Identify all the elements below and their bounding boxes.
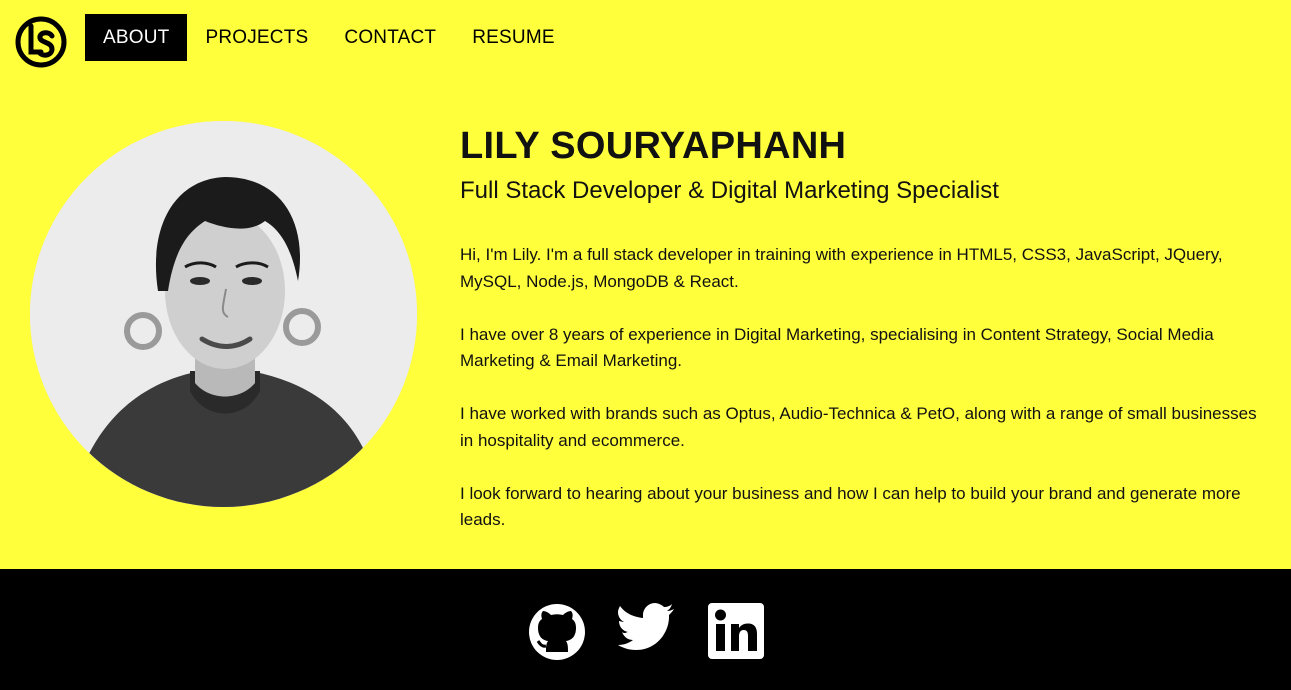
nav-contact[interactable]: CONTACT	[326, 14, 454, 61]
github-icon[interactable]	[528, 603, 586, 661]
nav-about[interactable]: ABOUT	[85, 14, 188, 61]
bio-paragraph: Hi, I'm Lily. I'm a full stack developer…	[460, 245, 1223, 291]
twitter-icon[interactable]	[618, 603, 676, 661]
about-section: LILY SOURYAPHANH Full Stack Developer & …	[460, 118, 1270, 560]
profile-name: LILY SOURYAPHANH	[460, 125, 847, 167]
ls-logo-icon[interactable]	[15, 16, 67, 68]
profile-title: Full Stack Developer & Digital Marketing…	[460, 177, 999, 204]
bio-paragraph: I have over 8 years of experience in Dig…	[460, 324, 1214, 371]
nav-links: ABOUT PROJECTS CONTACT RESUME	[85, 14, 573, 61]
bio-paragraph: I have worked with brands such as Optus,…	[460, 404, 1257, 450]
nav-resume[interactable]: RESUME	[454, 14, 573, 61]
nav-projects[interactable]: PROJECTS	[187, 14, 326, 61]
top-navbar: ABOUT PROJECTS CONTACT RESUME	[0, 0, 1291, 80]
linkedin-icon[interactable]	[708, 603, 764, 661]
profile-photo	[30, 121, 417, 507]
bio: Hi, I'm Lily. I'm a full stack developer…	[460, 242, 1270, 534]
bio-paragraph: I look forward to hearing about your bus…	[460, 483, 1241, 530]
